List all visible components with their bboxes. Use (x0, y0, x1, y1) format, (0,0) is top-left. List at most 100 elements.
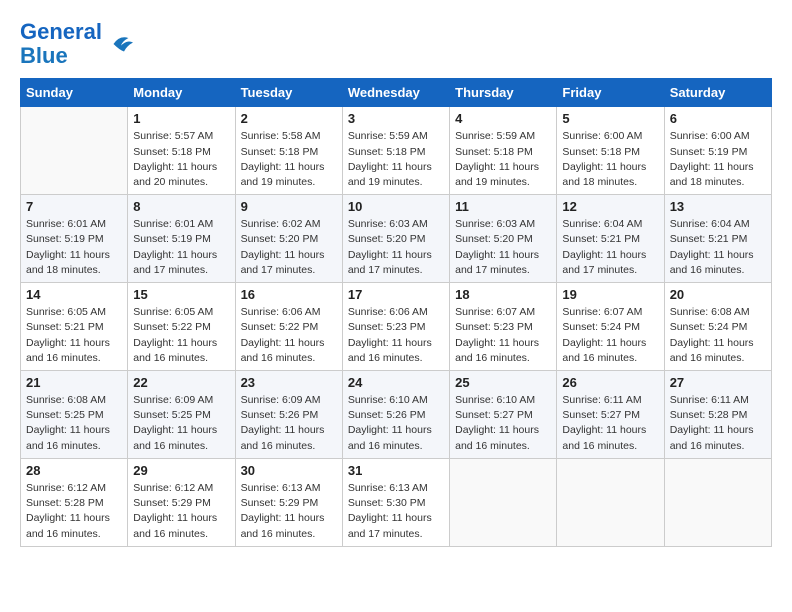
calendar-cell: 16 Sunrise: 6:06 AMSunset: 5:22 PMDayligh… (235, 283, 342, 371)
day-number: 25 (455, 375, 551, 390)
page-header: General Blue (20, 20, 772, 68)
day-number: 7 (26, 199, 122, 214)
day-info: Sunrise: 6:05 AMSunset: 5:21 PMDaylight:… (26, 305, 122, 366)
calendar-cell: 14Sunrise: 6:05 AMSunset: 5:21 PMDayligh… (21, 283, 128, 371)
calendar-cell: 10 Sunrise: 6:03 AMSunset: 5:20 PMDayligh… (342, 195, 449, 283)
day-info: Sunrise: 6:11 AMSunset: 5:28 PMDaylight:… (670, 393, 766, 454)
day-info: Sunrise: 5:58 AMSunset: 5:18 PMDaylight:… (241, 129, 337, 190)
day-info: Sunrise: 6:07 AMSunset: 5:23 PMDaylight:… (455, 305, 551, 366)
weekday-header-tuesday: Tuesday (235, 79, 342, 107)
day-info: Sunrise: 6:05 AMSunset: 5:22 PMDaylight:… (133, 305, 229, 366)
day-number: 23 (241, 375, 337, 390)
day-info: Sunrise: 5:57 AMSunset: 5:18 PMDaylight:… (133, 129, 229, 190)
day-info: Sunrise: 6:13 AMSunset: 5:30 PMDaylight:… (348, 481, 444, 542)
day-number: 1 (133, 111, 229, 126)
day-number: 2 (241, 111, 337, 126)
day-number: 26 (562, 375, 658, 390)
day-info: Sunrise: 5:59 AMSunset: 5:18 PMDaylight:… (348, 129, 444, 190)
calendar-cell: 4 Sunrise: 5:59 AMSunset: 5:18 PMDaylight… (450, 107, 557, 195)
day-number: 22 (133, 375, 229, 390)
day-number: 17 (348, 287, 444, 302)
calendar-cell: 17 Sunrise: 6:06 AMSunset: 5:23 PMDayligh… (342, 283, 449, 371)
weekday-header-thursday: Thursday (450, 79, 557, 107)
calendar-cell: 25 Sunrise: 6:10 AMSunset: 5:27 PMDayligh… (450, 371, 557, 459)
day-number: 30 (241, 463, 337, 478)
day-number: 27 (670, 375, 766, 390)
calendar-cell: 15 Sunrise: 6:05 AMSunset: 5:22 PMDayligh… (128, 283, 235, 371)
day-number: 6 (670, 111, 766, 126)
calendar-cell: 8 Sunrise: 6:01 AMSunset: 5:19 PMDaylight… (128, 195, 235, 283)
calendar-cell: 1 Sunrise: 5:57 AMSunset: 5:18 PMDaylight… (128, 107, 235, 195)
day-info: Sunrise: 6:03 AMSunset: 5:20 PMDaylight:… (348, 217, 444, 278)
calendar-cell: 23 Sunrise: 6:09 AMSunset: 5:26 PMDayligh… (235, 371, 342, 459)
day-number: 11 (455, 199, 551, 214)
weekday-header-wednesday: Wednesday (342, 79, 449, 107)
calendar-cell: 11 Sunrise: 6:03 AMSunset: 5:20 PMDayligh… (450, 195, 557, 283)
weekday-header-sunday: Sunday (21, 79, 128, 107)
calendar-cell: 24Sunrise: 6:10 AMSunset: 5:26 PMDayligh… (342, 371, 449, 459)
calendar-cell: 31 Sunrise: 6:13 AMSunset: 5:30 PMDayligh… (342, 458, 449, 546)
day-info: Sunrise: 6:09 AMSunset: 5:26 PMDaylight:… (241, 393, 337, 454)
day-info: Sunrise: 6:08 AMSunset: 5:25 PMDaylight:… (26, 393, 122, 454)
day-number: 12 (562, 199, 658, 214)
calendar-cell: 2 Sunrise: 5:58 AMSunset: 5:18 PMDaylight… (235, 107, 342, 195)
day-info: Sunrise: 6:04 AMSunset: 5:21 PMDaylight:… (562, 217, 658, 278)
calendar-cell: 5Sunrise: 6:00 AMSunset: 5:18 PMDaylight… (557, 107, 664, 195)
day-number: 20 (670, 287, 766, 302)
calendar-cell (450, 458, 557, 546)
calendar-cell: 27 Sunrise: 6:11 AMSunset: 5:28 PMDayligh… (664, 371, 771, 459)
calendar-cell: 7 Sunrise: 6:01 AMSunset: 5:19 PMDaylight… (21, 195, 128, 283)
day-info: Sunrise: 6:03 AMSunset: 5:20 PMDaylight:… (455, 217, 551, 278)
day-info: Sunrise: 6:13 AMSunset: 5:29 PMDaylight:… (241, 481, 337, 542)
day-number: 9 (241, 199, 337, 214)
calendar-week-4: 21 Sunrise: 6:08 AMSunset: 5:25 PMDayligh… (21, 371, 772, 459)
day-info: Sunrise: 6:10 AMSunset: 5:27 PMDaylight:… (455, 393, 551, 454)
day-info: Sunrise: 6:12 AMSunset: 5:29 PMDaylight:… (133, 481, 229, 542)
logo: General Blue (20, 20, 136, 68)
day-number: 28 (26, 463, 122, 478)
weekday-header-monday: Monday (128, 79, 235, 107)
day-number: 13 (670, 199, 766, 214)
calendar-cell: 29 Sunrise: 6:12 AMSunset: 5:29 PMDayligh… (128, 458, 235, 546)
day-number: 8 (133, 199, 229, 214)
calendar-cell (664, 458, 771, 546)
calendar-cell (557, 458, 664, 546)
calendar-cell: 21 Sunrise: 6:08 AMSunset: 5:25 PMDayligh… (21, 371, 128, 459)
calendar-cell: 28Sunrise: 6:12 AMSunset: 5:28 PMDayligh… (21, 458, 128, 546)
day-number: 10 (348, 199, 444, 214)
calendar-cell: 12 Sunrise: 6:04 AMSunset: 5:21 PMDayligh… (557, 195, 664, 283)
day-info: Sunrise: 6:04 AMSunset: 5:21 PMDaylight:… (670, 217, 766, 278)
day-number: 3 (348, 111, 444, 126)
day-number: 15 (133, 287, 229, 302)
logo-text: General Blue (20, 20, 102, 68)
calendar-week-3: 14Sunrise: 6:05 AMSunset: 5:21 PMDayligh… (21, 283, 772, 371)
day-info: Sunrise: 6:02 AMSunset: 5:20 PMDaylight:… (241, 217, 337, 278)
weekday-header-saturday: Saturday (664, 79, 771, 107)
weekday-header-friday: Friday (557, 79, 664, 107)
day-number: 16 (241, 287, 337, 302)
day-number: 18 (455, 287, 551, 302)
day-info: Sunrise: 5:59 AMSunset: 5:18 PMDaylight:… (455, 129, 551, 190)
day-number: 21 (26, 375, 122, 390)
calendar-cell: 30 Sunrise: 6:13 AMSunset: 5:29 PMDayligh… (235, 458, 342, 546)
calendar-cell: 20 Sunrise: 6:08 AMSunset: 5:24 PMDayligh… (664, 283, 771, 371)
day-info: Sunrise: 6:06 AMSunset: 5:23 PMDaylight:… (348, 305, 444, 366)
day-info: Sunrise: 6:08 AMSunset: 5:24 PMDaylight:… (670, 305, 766, 366)
day-info: Sunrise: 6:06 AMSunset: 5:22 PMDaylight:… (241, 305, 337, 366)
day-info: Sunrise: 6:00 AMSunset: 5:19 PMDaylight:… (670, 129, 766, 190)
calendar-week-5: 28Sunrise: 6:12 AMSunset: 5:28 PMDayligh… (21, 458, 772, 546)
day-number: 4 (455, 111, 551, 126)
day-info: Sunrise: 6:01 AMSunset: 5:19 PMDaylight:… (26, 217, 122, 278)
calendar-cell: 19Sunrise: 6:07 AMSunset: 5:24 PMDayligh… (557, 283, 664, 371)
calendar-cell: 26 Sunrise: 6:11 AMSunset: 5:27 PMDayligh… (557, 371, 664, 459)
day-info: Sunrise: 6:11 AMSunset: 5:27 PMDaylight:… (562, 393, 658, 454)
calendar-cell: 18 Sunrise: 6:07 AMSunset: 5:23 PMDayligh… (450, 283, 557, 371)
day-number: 19 (562, 287, 658, 302)
day-number: 29 (133, 463, 229, 478)
day-number: 24 (348, 375, 444, 390)
calendar-week-2: 7 Sunrise: 6:01 AMSunset: 5:19 PMDaylight… (21, 195, 772, 283)
day-info: Sunrise: 6:01 AMSunset: 5:19 PMDaylight:… (133, 217, 229, 278)
calendar-cell (21, 107, 128, 195)
day-number: 31 (348, 463, 444, 478)
calendar-table: SundayMondayTuesdayWednesdayThursdayFrid… (20, 78, 772, 546)
